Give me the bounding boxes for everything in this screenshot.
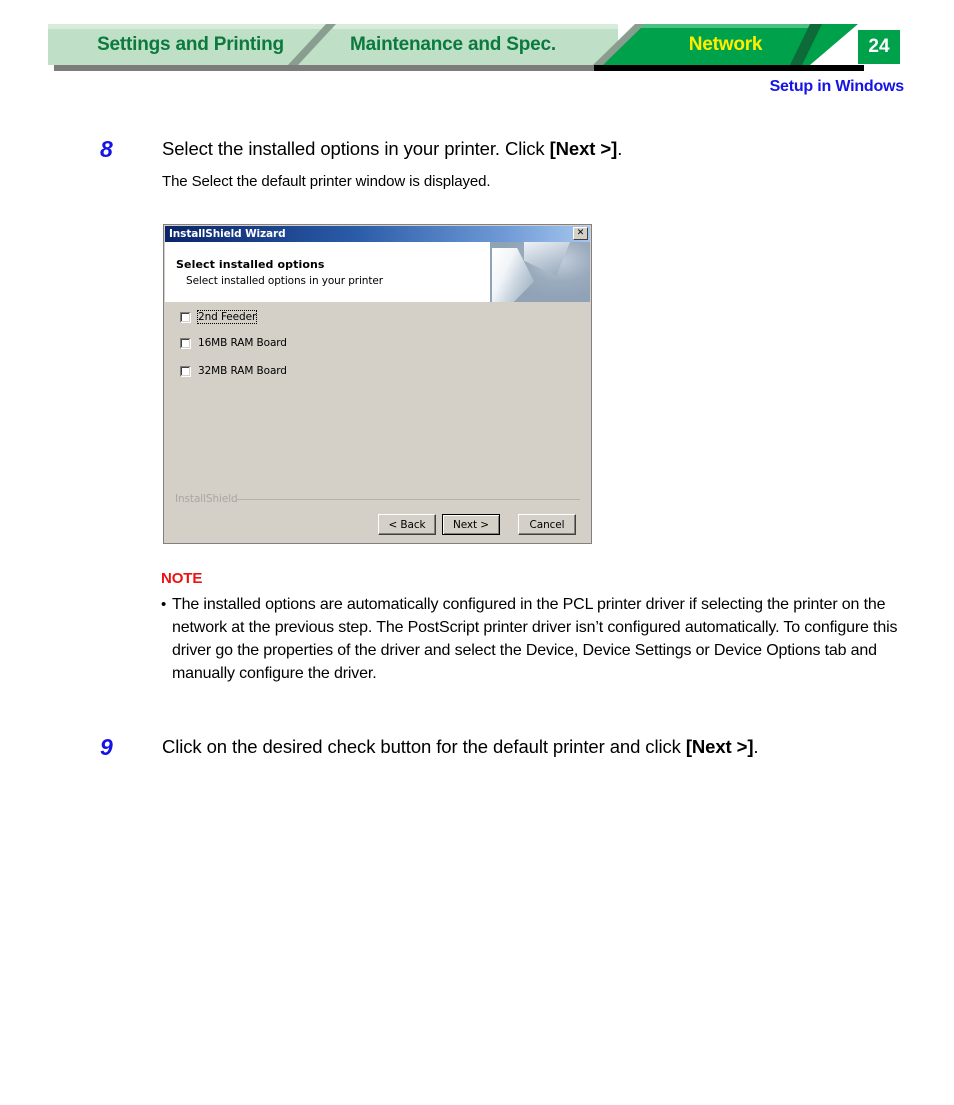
checkbox-32mb-ram-board-label: 32MB RAM Board <box>198 365 287 377</box>
tab-strip: Settings and Printing Maintenance and Sp… <box>48 24 900 71</box>
tab-highlight <box>48 24 333 29</box>
step-9-title: Click on the desired check button for th… <box>162 736 759 758</box>
checkbox-16mb-ram-board[interactable] <box>180 337 191 349</box>
tab-network-label: Network <box>688 33 763 55</box>
step-9-title-prefix: Click on the desired check button for th… <box>162 736 686 757</box>
dialog-footer-divider <box>237 499 580 500</box>
dialog-title-text: InstallShield Wizard <box>169 228 286 240</box>
curled-page-fold-back <box>524 242 570 276</box>
step-9-title-suffix: . <box>753 736 759 757</box>
checkbox-2nd-feeder-label: 2nd Feeder <box>197 310 258 324</box>
tab-maintenance-and-spec[interactable]: Maintenance and Spec. <box>288 24 618 65</box>
checkbox-2nd-feeder[interactable] <box>180 311 191 323</box>
dialog-footer-brand: InstallShield <box>175 493 238 505</box>
note-body: • The installed options are automaticall… <box>161 593 906 685</box>
page-subtitle: Setup in Windows <box>769 78 905 95</box>
tab-settings-and-printing-label: Settings and Printing <box>97 33 284 55</box>
note-title: NOTE <box>161 570 203 587</box>
tab-highlight <box>641 24 811 28</box>
step-8-number: 8 <box>100 136 113 162</box>
note-text: The installed options are automatically … <box>172 596 898 682</box>
page-header: Settings and Printing Maintenance and Sp… <box>48 24 900 71</box>
dialog-banner: Select installed options Select installe… <box>165 242 590 302</box>
step-9-number: 9 <box>100 734 113 760</box>
checkbox-32mb-ram-board[interactable] <box>180 365 191 377</box>
checkbox-row-2nd-feeder[interactable]: 2nd Feeder <box>180 310 258 324</box>
checkbox-16mb-ram-board-label: 16MB RAM Board <box>198 337 287 349</box>
step-8-subtext: The Select the default printer window is… <box>162 173 491 190</box>
checkbox-row-32mb-ram-board[interactable]: 32MB RAM Board <box>180 365 288 377</box>
tab-shadow-right <box>594 65 864 71</box>
back-button[interactable]: < Back <box>378 514 436 535</box>
next-button[interactable]: Next > <box>442 514 500 535</box>
step-8-title: Select the installed options in your pri… <box>162 138 622 160</box>
tab-highlight <box>333 24 618 29</box>
step-8-title-bold: [Next >] <box>549 138 618 159</box>
cancel-button[interactable]: Cancel <box>518 514 576 535</box>
installshield-wizard-dialog: InstallShield Wizard ✕ Select installed … <box>163 224 592 544</box>
page-number-badge: 24 <box>858 30 900 64</box>
tab-settings-and-printing[interactable]: Settings and Printing <box>48 24 333 65</box>
close-icon[interactable]: ✕ <box>573 227 588 240</box>
tab-shadow-left <box>54 65 594 71</box>
dialog-button-bar: < Back Next > Cancel <box>378 514 583 536</box>
dialog-title-bar: InstallShield Wizard ✕ <box>165 226 590 242</box>
dialog-body: 2nd Feeder 16MB RAM Board 32MB RAM Board… <box>165 302 590 543</box>
checkbox-row-16mb-ram-board[interactable]: 16MB RAM Board <box>180 337 288 349</box>
step-8-title-suffix: . <box>617 138 623 159</box>
curled-page-image <box>490 242 590 302</box>
tab-maintenance-and-spec-label: Maintenance and Spec. <box>350 33 556 55</box>
step-8-title-prefix: Select the installed options in your pri… <box>162 138 550 159</box>
dialog-banner-heading: Select installed options <box>176 258 325 271</box>
step-9-title-bold: [Next >] <box>685 736 754 757</box>
dialog-banner-subheading: Select installed options in your printer <box>186 275 383 287</box>
note-bullet-icon: • <box>161 596 167 613</box>
